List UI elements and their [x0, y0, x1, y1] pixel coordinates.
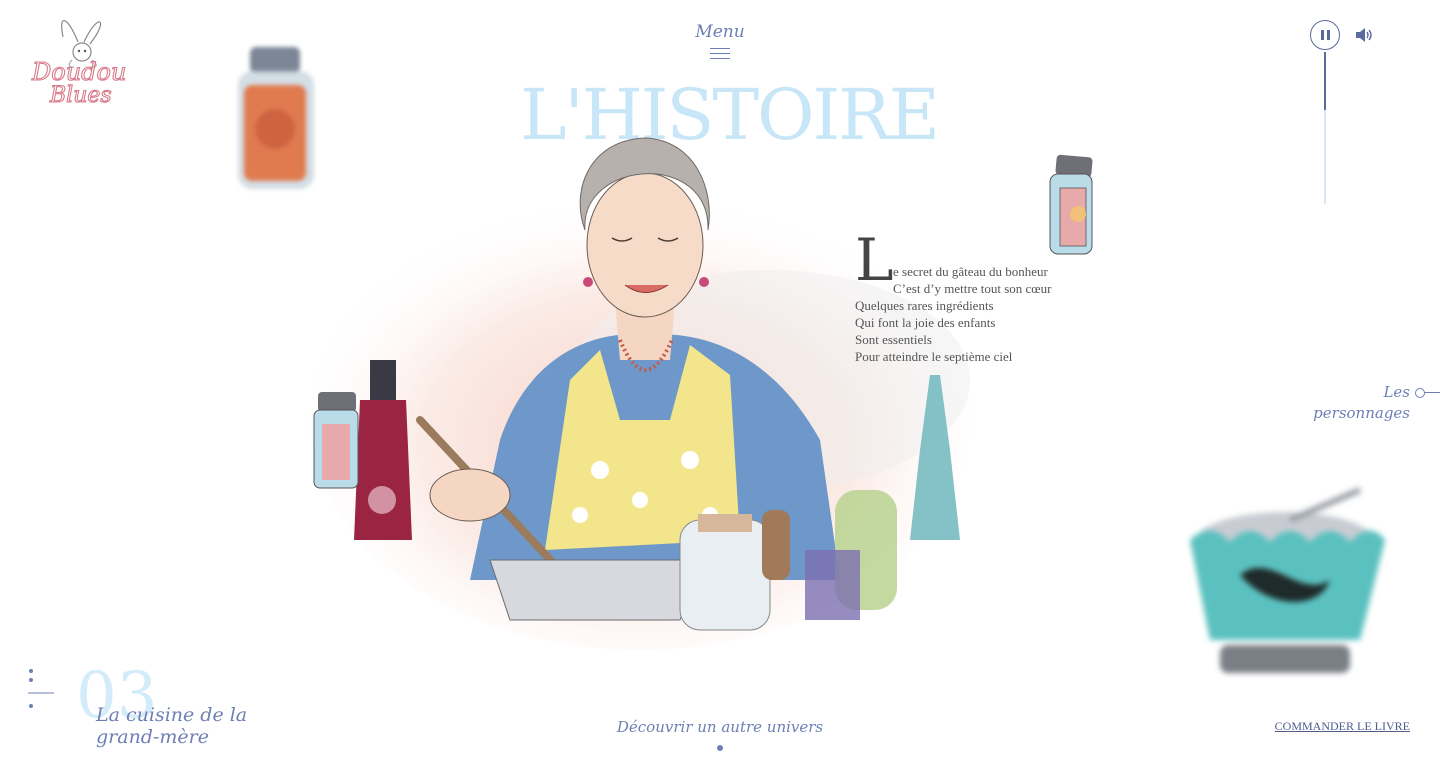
small-spice-jar-illustration [1046, 154, 1096, 256]
poem-line: Qui font la joie des enfants [855, 315, 996, 330]
chapter-title-line1: La cuisine de la [96, 704, 248, 726]
chapter-title: La cuisine de la grand-mère [96, 704, 276, 748]
chapter-pagination[interactable] [28, 668, 56, 712]
poem-line: Quelques rares ingrédients [855, 298, 994, 313]
doudou-blues-logo[interactable]: Doudou Blues [28, 12, 138, 112]
grandmother-cooking-illustration [300, 120, 1000, 650]
pause-button[interactable] [1310, 20, 1340, 50]
speaker-icon [1356, 28, 1372, 42]
characters-label-line2: personnages [1313, 404, 1410, 422]
characters-label-line1: Les [1383, 383, 1410, 401]
poem-line: C’est d’y mettre tout son cœur [893, 281, 1052, 296]
discover-universe-link[interactable]: Découvrir un autre univers [600, 718, 840, 736]
audio-progress-bar [1324, 52, 1326, 110]
volume-button[interactable] [1354, 26, 1374, 44]
poem-dropcap: L [855, 226, 894, 294]
logo-text-line2: Blues [49, 83, 112, 108]
menu-label: Menu [695, 22, 745, 42]
mixing-bowl-illustration [1180, 480, 1390, 690]
hamburger-icon [710, 48, 730, 59]
discover-indicator-dot [717, 745, 723, 751]
order-book-link[interactable]: COMMANDER LE LIVRE [1270, 719, 1410, 734]
characters-link[interactable]: Les personnages [1300, 382, 1410, 424]
chapter-title-line2: grand-mère [96, 726, 209, 748]
menu-button[interactable]: Menu [690, 22, 750, 63]
poem-line: Sont essentiels [855, 332, 932, 347]
characters-indicator-dot [1415, 388, 1425, 398]
pause-icon [1321, 30, 1324, 40]
poem-line: Pour atteindre le septième ciel [855, 349, 1013, 364]
poem-line: e secret du gâteau du bonheur [893, 264, 1048, 279]
logo-text-line1: Doudou [31, 58, 126, 86]
